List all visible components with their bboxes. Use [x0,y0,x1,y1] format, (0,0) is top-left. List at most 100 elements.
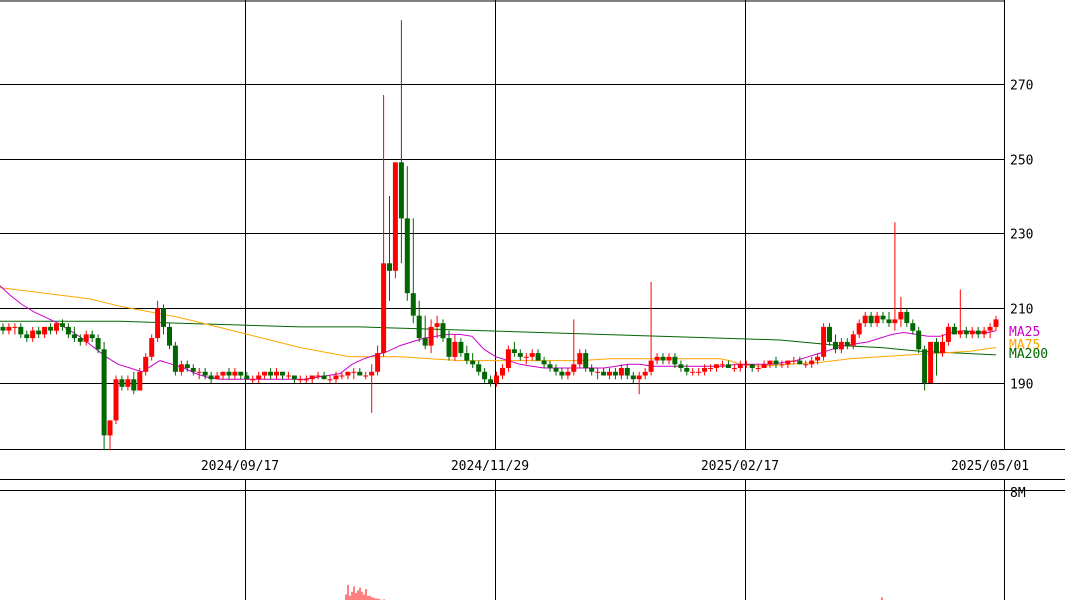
chart-background [0,0,1065,600]
price-tick-label: 210 [1010,303,1033,318]
candle-body [963,330,969,335]
candle-body [0,326,6,331]
candle-body [6,326,12,331]
candle-body [833,341,838,350]
candle-body [172,345,178,372]
candle-body [731,368,737,369]
candle-body [321,375,327,380]
candle-body [541,360,547,365]
candle-body [422,338,428,346]
candle-body [749,364,755,368]
date-label-3: 2025/02/17 [701,459,779,474]
candle [167,323,172,350]
candle [916,326,922,354]
candle-body [77,338,83,342]
date-label-1: 2024/09/17 [201,459,279,474]
volume-bar [351,591,353,600]
candle-body [494,375,499,383]
candle-body [821,326,827,357]
candle-body [612,371,618,376]
candle-body [505,349,511,368]
candle-body [101,349,107,436]
candle-body [48,326,54,331]
candle-body [470,360,476,365]
candle-body [595,371,601,373]
candle-body [387,263,392,271]
candle-body [993,319,999,327]
candle [172,341,178,376]
candle-body [856,323,862,335]
candle-body [601,371,607,376]
candle-body [720,364,725,366]
candle-body [672,356,678,365]
candle-body [113,379,119,421]
candle-body [957,330,963,335]
date-label-2: 2024/11/29 [451,459,529,474]
candle-body [309,375,315,380]
candle-body [268,371,274,376]
volume-bar [365,589,367,600]
stock-chart: 190 210 230 250 270 2024/09/17 2024/11/29 20… [0,0,1065,600]
candle-body [874,315,880,324]
candle-body [547,364,553,368]
candle-body [583,353,589,369]
candle-body [262,371,268,376]
candle-body [410,293,416,316]
candle-body [131,379,137,391]
volume-bar [359,587,361,600]
candle [928,341,934,383]
candle-body [951,326,957,335]
candle-body [30,330,36,339]
candle-body [827,326,832,342]
candle-body [815,356,821,361]
candle-body [886,319,892,324]
price-tick-label: 270 [1010,79,1033,94]
candle-body [178,364,184,372]
candle-body [898,311,904,320]
candle-body [779,364,785,366]
candle-body [291,375,297,380]
candle-body [737,364,743,368]
candle-body [850,334,856,346]
candle-body [315,375,321,377]
candle-body [785,360,791,365]
price-tick-label: 230 [1010,228,1033,243]
candle [392,162,398,279]
candle-body [345,371,351,376]
candle-body [928,341,934,383]
candle-body [975,330,981,335]
candle-body [702,368,708,372]
candle-body [95,338,101,350]
candle-body [678,364,684,368]
candle-body [630,375,636,380]
candle-body [71,334,77,339]
candle-body [434,323,440,327]
volume-bar [349,595,351,600]
candle-body [761,364,767,368]
candle-body [934,341,939,354]
volume-bar [345,594,347,600]
candle-body [89,334,95,339]
candle-body [565,371,571,376]
candle-body [398,162,404,219]
candle-body [464,353,470,361]
candle-body [922,349,928,383]
candle-body [654,356,660,361]
candle-body [553,368,559,372]
candle-body [660,356,666,361]
legend-ma200: MA200 [1009,347,1048,362]
candle-body [190,368,196,372]
candle-body [244,375,250,380]
candle-body [684,368,690,372]
candle-body [54,323,59,331]
candle-body [482,371,488,380]
price-tick-label: 190 [1010,378,1033,393]
candle-body [916,330,922,350]
candle-body [125,379,131,387]
candle-body [529,353,535,357]
candle-body [392,162,398,271]
candle-body [696,371,702,373]
candle-body [476,364,482,372]
candle-body [155,308,161,339]
price-tick-label: 250 [1010,154,1033,169]
